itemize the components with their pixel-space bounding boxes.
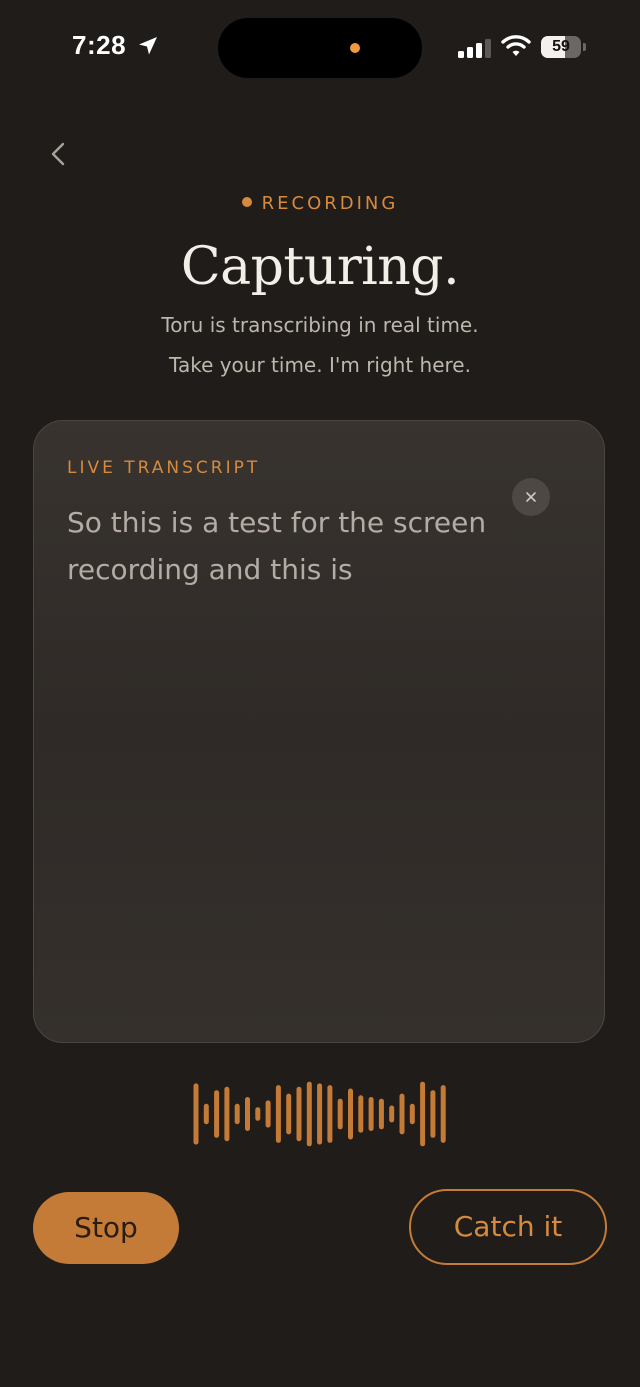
waveform-bar bbox=[224, 1086, 230, 1142]
battery-level: 59 bbox=[552, 38, 570, 55]
dynamic-island bbox=[218, 18, 422, 78]
waveform-bar bbox=[234, 1103, 240, 1125]
waveform-bar bbox=[275, 1085, 281, 1143]
waveform-bar bbox=[399, 1093, 405, 1135]
waveform-bar bbox=[348, 1088, 353, 1140]
waveform-bar bbox=[214, 1090, 220, 1138]
waveform-bar bbox=[440, 1085, 446, 1143]
transcript-text: So this is a test for the screen recordi… bbox=[67, 506, 487, 586]
waveform-bar bbox=[389, 1105, 395, 1123]
waveform-bar bbox=[306, 1081, 312, 1147]
location-arrow-icon bbox=[137, 35, 159, 57]
waveform-bar bbox=[265, 1100, 271, 1128]
close-icon bbox=[526, 492, 536, 502]
recording-status: RECORDING bbox=[0, 192, 640, 216]
audio-waveform bbox=[0, 1072, 640, 1156]
subtitle-line-1: Toru is transcribing in real time. bbox=[161, 313, 479, 337]
waveform-bar bbox=[203, 1103, 209, 1125]
stop-button[interactable]: Stop bbox=[33, 1192, 179, 1264]
waveform-bar bbox=[378, 1098, 384, 1130]
recording-label: RECORDING bbox=[261, 193, 399, 214]
waveform-bar bbox=[296, 1086, 302, 1142]
wifi-icon bbox=[501, 34, 531, 58]
chevron-left-icon bbox=[51, 142, 65, 166]
subtitle-line-2: Take your time. I'm right here. bbox=[169, 353, 471, 377]
waveform-bar bbox=[286, 1093, 292, 1135]
waveform-bar bbox=[337, 1098, 343, 1130]
page-title: Capturing. bbox=[180, 237, 460, 297]
waveform-bar bbox=[368, 1097, 374, 1131]
battery-icon: 59 bbox=[541, 36, 587, 58]
cellular-signal-icon bbox=[458, 38, 492, 58]
waveform-bar bbox=[193, 1083, 199, 1145]
waveform-bar bbox=[430, 1090, 436, 1138]
waveform-bar bbox=[420, 1081, 426, 1147]
waveform-bar bbox=[409, 1103, 415, 1125]
clear-transcript-button[interactable] bbox=[512, 478, 550, 516]
waveform-bar bbox=[255, 1107, 261, 1121]
live-transcript-label: LIVE TRANSCRIPT bbox=[67, 458, 261, 478]
status-bar: 7:28 59 bbox=[0, 0, 640, 96]
status-time: 7:28 bbox=[72, 30, 127, 60]
live-transcript-card: LIVE TRANSCRIPT So this is a test for th… bbox=[33, 420, 605, 1043]
recording-dot-icon bbox=[241, 197, 252, 207]
back-button[interactable] bbox=[40, 134, 80, 174]
waveform-bar bbox=[317, 1083, 323, 1145]
recording-indicator-dot bbox=[350, 43, 360, 53]
catch-it-button[interactable]: Catch it bbox=[409, 1189, 607, 1265]
waveform-bar bbox=[245, 1097, 250, 1131]
waveform-bar bbox=[327, 1085, 333, 1143]
waveform-bar bbox=[358, 1095, 364, 1133]
